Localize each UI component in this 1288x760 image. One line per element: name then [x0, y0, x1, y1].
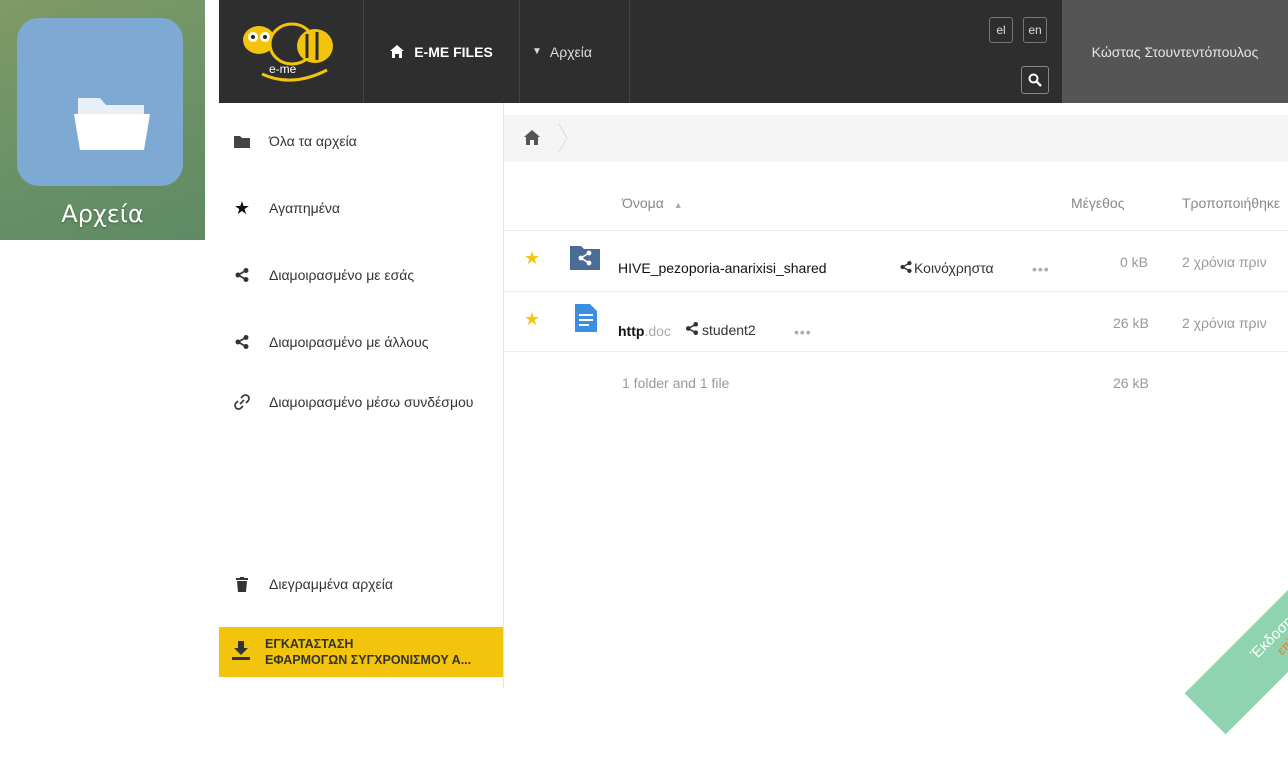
file-size: 26 kB [1113, 315, 1149, 331]
sidebar-item-favorites[interactable]: ★ Αγαπημένα [219, 188, 503, 228]
sidebar-item-label: Διαμοιρασμένο με άλλους [269, 334, 429, 350]
search-icon [1028, 73, 1042, 87]
home-icon[interactable] [524, 130, 540, 145]
trash-icon [233, 576, 251, 592]
share-icon [233, 268, 251, 282]
brand-label: E-ME FILES [414, 43, 493, 60]
lang-el-button[interactable]: el [989, 17, 1013, 43]
home-icon [390, 45, 405, 58]
sync-apps-banner[interactable]: ΕΓΚΑΤΑΣΤΑΣΗ ΕΦΑΡΜΟΓΩΝ ΣΥΓΧΡΟΝΙΣΜΟΥ Α... [219, 627, 503, 677]
file-modified: 2 χρόνια πριν [1182, 315, 1267, 331]
document-icon [575, 304, 597, 332]
share-icon [900, 261, 912, 273]
shared-folder-icon [570, 246, 600, 270]
share-icon [233, 335, 251, 349]
app-menu-label: Αρχεία [549, 43, 593, 60]
share-link[interactable]: student2 [685, 322, 756, 338]
more-actions-icon[interactable]: ••• [1032, 261, 1050, 277]
sidebar-item-shared-by-link[interactable]: Διαμοιρασμένο μέσω συνδέσμου [219, 382, 503, 422]
app-tile-icon [17, 18, 183, 186]
sidebar-item-all-files[interactable]: Όλα τα αρχεία [219, 121, 503, 161]
summary-size: 26 kB [1113, 375, 1149, 391]
column-header-size[interactable]: Μέγεθος [1071, 195, 1124, 211]
share-icon [685, 322, 699, 335]
search-button[interactable] [1021, 66, 1049, 94]
star-icon: ★ [233, 197, 251, 218]
sidebar-item-label: Διαμοιρασμένο με εσάς [269, 267, 415, 283]
summary-label: 1 folder and 1 file [622, 375, 730, 391]
sidebar-item-label: Αγαπημένα [269, 200, 341, 216]
sidebar-item-shared-with-others[interactable]: Διαμοιρασμένο με άλλους [219, 322, 503, 362]
top-bar: e-me E-ME FILES ▼ Αρχεία el en Κώστας Στ… [219, 0, 1288, 103]
file-modified: 2 χρόνια πριν [1182, 254, 1267, 270]
file-size: 0 kB [1120, 254, 1149, 270]
caret-down-icon: ▼ [532, 46, 542, 57]
file-name[interactable]: http.doc [618, 323, 671, 339]
column-header-name[interactable]: Όνομα ▲ [622, 195, 683, 211]
logo[interactable]: e-me [219, 0, 364, 103]
sidebar-item-shared-with-you[interactable]: Διαμοιρασμένο με εσάς [219, 255, 503, 295]
app-menu-dropdown[interactable]: ▼ Αρχεία [520, 0, 630, 103]
sort-asc-icon: ▲ [673, 200, 683, 210]
download-icon [231, 640, 251, 665]
sidebar-item-label: Διαμοιρασμένο μέσω συνδέσμου [269, 394, 474, 410]
sync-banner-line2: ΕΦΑΡΜΟΓΩΝ ΣΥΓΧΡΟΝΙΣΜΟΥ Α... [265, 653, 472, 667]
version-ribbon: Έκδοση 1.8.2 επίδειξης [1150, 560, 1288, 760]
user-menu[interactable]: Κώστας Στουντεντόπουλος [1062, 0, 1288, 103]
sidebar-item-trash[interactable]: Διεγραμμένα αρχεία [219, 564, 503, 604]
brand-home-link[interactable]: E-ME FILES [364, 0, 520, 103]
app-tile[interactable]: Αρχεία [0, 0, 205, 240]
column-header-modified[interactable]: Τροποποιήθηκε [1182, 195, 1280, 211]
folder-icon [74, 98, 150, 150]
sync-banner-line1: ΕΓΚΑΤΑΣΤΑΣΗ [265, 637, 354, 651]
link-icon [233, 394, 251, 410]
user-name: Κώστας Στουντεντόπουλος [1091, 43, 1259, 60]
bee-logo-icon [243, 22, 333, 82]
chevron-right-icon [558, 123, 568, 153]
sidebar-item-label: Όλα τα αρχεία [269, 133, 357, 149]
sidebar: Όλα τα αρχεία ★ Αγαπημένα Διαμοιρασμένο … [219, 103, 504, 688]
logo-text: e-me [269, 62, 297, 76]
breadcrumb [504, 115, 1288, 162]
sidebar-item-label: Διεγραμμένα αρχεία [269, 576, 393, 592]
more-actions-icon[interactable]: ••• [794, 324, 812, 340]
share-link[interactable]: Κοινόχρηστα [900, 260, 994, 276]
favorite-star-icon[interactable]: ★ [524, 248, 540, 269]
favorite-star-icon[interactable]: ★ [524, 309, 540, 330]
lang-en-button[interactable]: en [1023, 17, 1047, 43]
folder-icon [233, 135, 251, 148]
file-name[interactable]: HIVE_pezoporia-anarixisi_shared [618, 260, 827, 276]
app-tile-label: Αρχεία [61, 200, 144, 228]
